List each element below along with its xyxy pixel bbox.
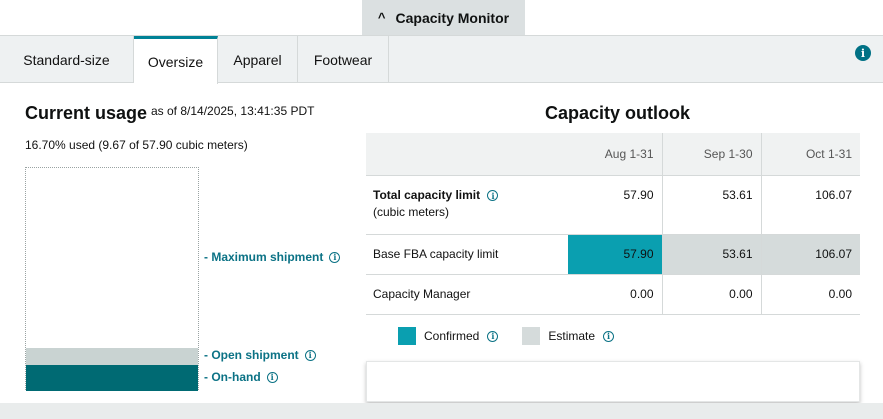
column-header: Oct 1-31 — [760, 133, 860, 176]
table-row: Capacity Manager 0.00 0.00 0.00 — [366, 274, 860, 315]
row-label: Capacity Manager — [366, 274, 568, 315]
table-header-row: Aug 1-31 Sep 1-30 Oct 1-31 — [366, 133, 860, 176]
table-cell: 57.90 — [568, 175, 662, 235]
column-header: Aug 1-31 — [568, 133, 662, 176]
open-shipment-fill — [26, 348, 198, 365]
current-usage-summary: 16.70% used (9.67 of 57.90 cubic meters) — [25, 138, 248, 152]
info-icon[interactable]: i — [329, 251, 341, 263]
table-cell: 106.07 — [760, 175, 860, 235]
row-label: Total capacity limit i (cubic meters) — [366, 175, 568, 235]
capacity-outlook-title: Capacity outlook — [545, 103, 691, 123]
tab-label: Oversize — [147, 53, 204, 70]
table-cell-estimate: 53.61 — [661, 234, 761, 275]
table-cell: 0.00 — [661, 274, 761, 315]
column-header: Sep 1-30 — [661, 133, 761, 176]
maximum-shipment-label: - Maximum shipment i — [204, 250, 341, 264]
capacity-monitor-title: Capacity Monitor — [395, 9, 510, 26]
row-label: Base FBA capacity limit — [366, 234, 568, 275]
table-row: Total capacity limit i (cubic meters) 57… — [366, 175, 860, 235]
bottom-panel — [366, 361, 860, 402]
capacity-legend: Confirmed i Estimate i — [398, 327, 630, 345]
tab-apparel[interactable]: Apparel — [218, 36, 298, 83]
estimate-swatch — [522, 327, 541, 345]
open-shipment-label: - Open shipment i — [204, 348, 316, 362]
usage-bar — [25, 167, 199, 391]
table-cell: 0.00 — [760, 274, 860, 315]
info-icon[interactable]: i — [266, 371, 278, 383]
info-icon[interactable]: i — [855, 45, 871, 61]
on-hand-text: - On-hand — [204, 370, 261, 384]
legend-label: Estimate — [548, 329, 596, 343]
legend-confirmed: Confirmed i — [398, 327, 499, 345]
on-hand-fill — [26, 365, 198, 391]
tab-oversize[interactable]: Oversize — [134, 36, 218, 84]
page-footer-bar — [0, 403, 883, 419]
on-hand-label: - On-hand i — [204, 370, 278, 384]
tab-footwear[interactable]: Footwear — [298, 36, 389, 83]
info-icon[interactable]: i — [603, 330, 615, 342]
maximum-shipment-text: - Maximum shipment — [204, 250, 324, 264]
row-sublabel: (cubic meters) — [373, 204, 450, 219]
tab-label: Standard-size — [23, 51, 110, 68]
info-icon[interactable]: i — [487, 330, 499, 342]
legend-estimate: Estimate i — [522, 327, 615, 345]
tab-label: Apparel — [233, 51, 282, 68]
table-header-empty — [366, 133, 568, 176]
table-cell-confirmed: 57.90 — [568, 234, 662, 275]
row-label-text: Total capacity limit — [373, 187, 481, 202]
confirmed-swatch — [398, 327, 416, 345]
tab-standard-size[interactable]: Standard-size — [0, 36, 134, 83]
table-cell: 53.61 — [661, 175, 761, 235]
table-cell-estimate: 106.07 — [760, 234, 860, 275]
info-icon[interactable]: i — [487, 190, 499, 201]
capacity-outlook-table: Aug 1-31 Sep 1-30 Oct 1-31 Total capacit… — [366, 133, 860, 315]
current-usage-timestamp: as of 8/14/2025, 13:41:35 PDT — [151, 104, 315, 118]
chevron-up-icon: ^ — [377, 10, 386, 25]
current-usage-title: Current usage — [25, 103, 148, 123]
table-row: Base FBA capacity limit 57.90 53.61 106.… — [366, 234, 860, 275]
open-shipment-text: - Open shipment — [204, 348, 299, 362]
size-tier-tabs: Standard-size Oversize Apparel Footwear … — [0, 35, 883, 84]
tab-label: Footwear — [313, 51, 373, 68]
capacity-monitor-toggle[interactable]: ^ Capacity Monitor — [362, 0, 525, 35]
table-cell: 0.00 — [568, 274, 662, 315]
legend-label: Confirmed — [424, 329, 480, 343]
info-icon[interactable]: i — [304, 349, 316, 361]
